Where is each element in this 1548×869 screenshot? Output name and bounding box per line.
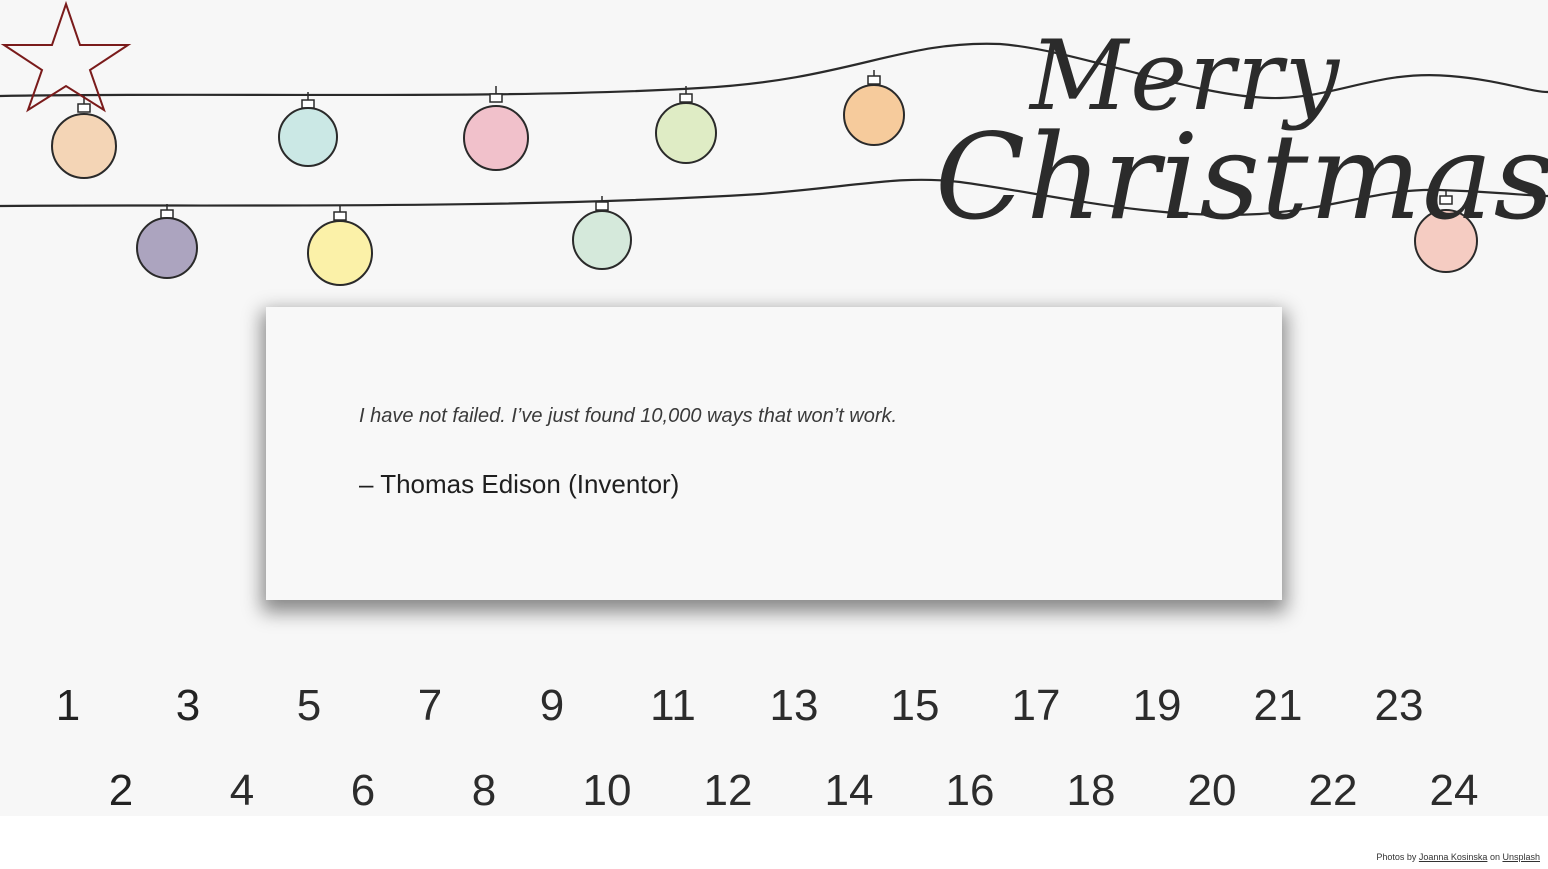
day-12[interactable]: 12 [683, 769, 773, 813]
ornament-green [572, 196, 632, 270]
day-14[interactable]: 14 [804, 769, 894, 813]
day-19[interactable]: 19 [1112, 684, 1202, 728]
day-10[interactable]: 10 [562, 769, 652, 813]
day-3[interactable]: 3 [143, 684, 233, 728]
day-2[interactable]: 2 [76, 769, 166, 813]
day-17[interactable]: 17 [991, 684, 1081, 728]
day-8[interactable]: 8 [439, 769, 529, 813]
day-7[interactable]: 7 [385, 684, 475, 728]
ornament-lime [655, 86, 717, 164]
credit-author-link[interactable]: Joanna Kosinska [1419, 852, 1488, 862]
day-9[interactable]: 9 [507, 684, 597, 728]
day-23[interactable]: 23 [1354, 684, 1444, 728]
day-20[interactable]: 20 [1167, 769, 1257, 813]
day-16[interactable]: 16 [925, 769, 1015, 813]
day-11[interactable]: 11 [628, 684, 718, 728]
day-24[interactable]: 24 [1409, 769, 1499, 813]
ornament-yellow [307, 206, 373, 286]
quote-author: – Thomas Edison (Inventor) [359, 469, 680, 499]
ornament-orange [843, 70, 905, 146]
day-5[interactable]: 5 [264, 684, 354, 728]
greeting-christmas: Christmas [935, 108, 1548, 246]
day-1[interactable]: 1 [23, 684, 113, 728]
day-18[interactable]: 18 [1046, 769, 1136, 813]
credit-middle: on [1489, 852, 1500, 862]
christmas-banner: Merry Christmas I have not failed. I’ve … [0, 0, 1548, 816]
quote-text: I have not failed. I’ve just found 10,00… [359, 405, 898, 427]
credit-site-link[interactable]: Unsplash [1502, 852, 1540, 862]
day-4[interactable]: 4 [197, 769, 287, 813]
photo-credit: Photos by Joanna Kosinska on Unsplash [1376, 852, 1540, 862]
quote-card: I have not failed. I’ve just found 10,00… [266, 307, 1282, 600]
day-6[interactable]: 6 [318, 769, 408, 813]
day-21[interactable]: 21 [1233, 684, 1323, 728]
day-15[interactable]: 15 [870, 684, 960, 728]
day-22[interactable]: 22 [1288, 769, 1378, 813]
ornament-pink [463, 86, 529, 171]
star-icon [0, 0, 132, 113]
credit-prefix: Photos by [1376, 852, 1417, 862]
ornament-purple [136, 204, 198, 279]
ornament-mint [278, 92, 338, 167]
day-13[interactable]: 13 [749, 684, 839, 728]
